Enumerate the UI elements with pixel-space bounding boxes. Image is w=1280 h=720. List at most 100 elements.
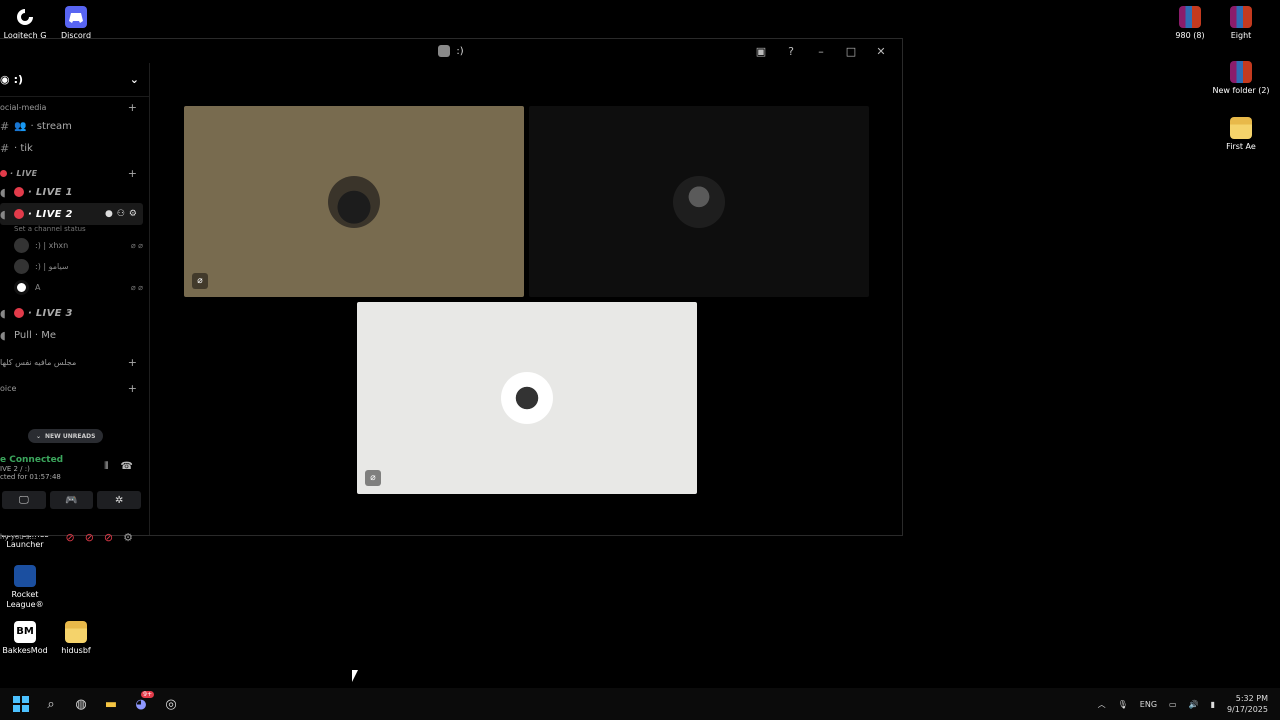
discord-icon[interactable]: ◕ 9+: [126, 689, 156, 719]
channel-sidebar: ◉:) ⌄ ocial-media + # 👥 · stream # · tik …: [0, 63, 150, 544]
chevron-down-icon[interactable]: ⌄: [130, 73, 139, 86]
winrar-icon: [1230, 61, 1252, 83]
category-social-media[interactable]: ocial-media +: [0, 99, 149, 115]
chrome-icon[interactable]: ◍: [66, 689, 96, 719]
desktop-icon-eight[interactable]: Eight: [1211, 6, 1271, 41]
add-channel-icon[interactable]: +: [128, 356, 137, 369]
mouse-cursor-icon: [352, 670, 358, 682]
voice-user-name: :) | xhxn: [35, 241, 69, 250]
mic-off-icon[interactable]: ⊘: [85, 531, 94, 544]
add-channel-icon[interactable]: +: [128, 101, 137, 114]
mic-off-icon: ⌀: [365, 470, 381, 486]
desktop-icon-label: Eight: [1230, 31, 1252, 40]
video-tile[interactable]: ⌀: [184, 106, 524, 297]
add-channel-icon[interactable]: +: [128, 167, 137, 180]
desktop-icon-new-folder-2[interactable]: New folder (2): [1211, 61, 1271, 96]
category-label: · LIVE: [10, 168, 38, 178]
channel-pull-me[interactable]: ◖ Pull · Me: [0, 324, 149, 346]
winrar-icon: [1230, 6, 1252, 28]
live-dot-icon: [14, 308, 24, 318]
noise-suppression-icon[interactable]: ⦀: [104, 461, 108, 472]
voice-user[interactable]: :) | xhxn ⌀ ⌀: [0, 235, 149, 256]
activity-button[interactable]: 🎮: [49, 491, 94, 509]
help-icon[interactable]: ?: [776, 45, 806, 58]
new-unreads-button[interactable]: ⌄ NEW UNREADS: [28, 429, 104, 443]
desktop-icon-label: First Ae: [1226, 142, 1256, 151]
hash-icon: #: [0, 141, 10, 155]
people-icon: 👥: [14, 120, 27, 132]
disconnect-icon[interactable]: ☎: [121, 461, 133, 472]
deafen-icon[interactable]: ⊘: [104, 531, 113, 544]
server-name: :): [13, 73, 24, 86]
winrar-icon: [1179, 6, 1201, 28]
voice-user-name: :) | سيامو: [35, 262, 69, 271]
category-label: oice: [0, 383, 17, 393]
windows-start-icon[interactable]: [6, 689, 36, 719]
category-arabic[interactable]: مجلس مافيه نفس كلها +: [0, 354, 149, 370]
network-icon[interactable]: ▭: [1169, 700, 1177, 709]
maximize-button[interactable]: □: [836, 45, 866, 58]
category-live[interactable]: · LIVE +: [0, 165, 149, 181]
folder-icon: [1230, 117, 1252, 139]
chevron-down-icon: ⌄: [36, 432, 42, 440]
video-tile[interactable]: ⌀: [357, 302, 697, 494]
taskbar: ⌕ ◍ ▬ ◕ 9+ ◎ ︿ 🎙 ENG ▭ 🔊 ▮ 5:32 PM 9/17/2…: [0, 688, 1280, 720]
desktop-icon-hidusbf[interactable]: hidusbf: [46, 621, 106, 656]
logitech-g-icon: [14, 6, 36, 28]
discord-icon: [65, 6, 87, 28]
folder-icon: [65, 621, 87, 643]
discord-window: :) ▣ ? – □ ✕ ◉:) ⌄ ocial-media + # 👥 · st…: [0, 38, 903, 544]
avatar: [14, 238, 29, 253]
channel-tik[interactable]: # · tik: [0, 137, 149, 159]
avatar: [14, 259, 29, 274]
channel-status[interactable]: Set a channel status: [0, 225, 149, 235]
add-channel-icon[interactable]: +: [128, 382, 137, 395]
chevron-up-icon[interactable]: ︿: [1098, 699, 1106, 710]
gear-icon[interactable]: ⚙: [129, 209, 137, 219]
user-status[interactable]: hy you s...: [0, 533, 36, 541]
search-icon[interactable]: ⌕: [36, 689, 66, 719]
language-indicator[interactable]: ENG: [1140, 700, 1157, 709]
channel-label: · LIVE 1: [28, 186, 73, 198]
avatar: [501, 372, 553, 424]
channel-label: · LIVE 2: [28, 208, 73, 220]
camera-off-icon[interactable]: ⊘: [65, 531, 74, 544]
rocket-league-icon: [14, 565, 36, 587]
live-dot-icon: [14, 187, 24, 197]
channel-label: · stream: [30, 120, 72, 132]
channel-live-1[interactable]: ◖ · LIVE 1: [0, 181, 149, 203]
video-tile[interactable]: [529, 106, 869, 297]
clock[interactable]: 5:32 PM 9/17/2025: [1227, 693, 1268, 715]
inbox-icon[interactable]: ▣: [746, 45, 776, 58]
close-button[interactable]: ✕: [866, 45, 896, 58]
soundboard-button[interactable]: ✲: [97, 491, 142, 509]
screen-share-button[interactable]: 🖵: [2, 491, 46, 509]
desktop-icon-label: New folder (2): [1212, 86, 1270, 95]
speaker-icon: ◖: [0, 185, 6, 199]
server-header[interactable]: ◉:) ⌄: [0, 63, 149, 97]
mute-deafen-icon: ⌀ ⌀: [130, 283, 143, 292]
logitech-g-icon[interactable]: ◎: [156, 689, 186, 719]
channel-live-3[interactable]: ◖ · LIVE 3: [0, 302, 149, 324]
file-explorer-icon[interactable]: ▬: [96, 689, 126, 719]
desktop-icon-label: 980 (8): [1175, 31, 1205, 40]
voice-user[interactable]: :) | سيامو: [0, 256, 149, 277]
voice-user[interactable]: A ⌀ ⌀: [0, 277, 149, 298]
server-avatar-icon: [438, 45, 451, 57]
volume-icon[interactable]: 🔊: [1189, 700, 1199, 709]
channel-stream[interactable]: # 👥 · stream: [0, 115, 149, 137]
gear-icon[interactable]: ⚙: [123, 531, 133, 544]
window-title: :): [456, 45, 464, 57]
channel-live-2[interactable]: ◖ · LIVE 2 ● ⚇ ⚙: [0, 203, 143, 225]
chat-icon[interactable]: ●: [105, 209, 113, 219]
speaker-icon: ◖: [0, 328, 6, 342]
microphone-icon[interactable]: 🎙: [1118, 700, 1128, 709]
invite-icon[interactable]: ⚇: [117, 209, 125, 219]
category-voice[interactable]: oice +: [0, 380, 149, 396]
desktop-icon-rocket-league[interactable]: Rocket League®: [0, 565, 55, 610]
desktop-icon-first-ae[interactable]: First Ae: [1211, 117, 1271, 152]
desktop-icon-discord[interactable]: Discord: [46, 6, 106, 41]
minimize-button[interactable]: –: [806, 45, 836, 58]
title-bar: :) ▣ ? – □ ✕: [0, 39, 902, 63]
battery-icon[interactable]: ▮: [1211, 700, 1215, 709]
